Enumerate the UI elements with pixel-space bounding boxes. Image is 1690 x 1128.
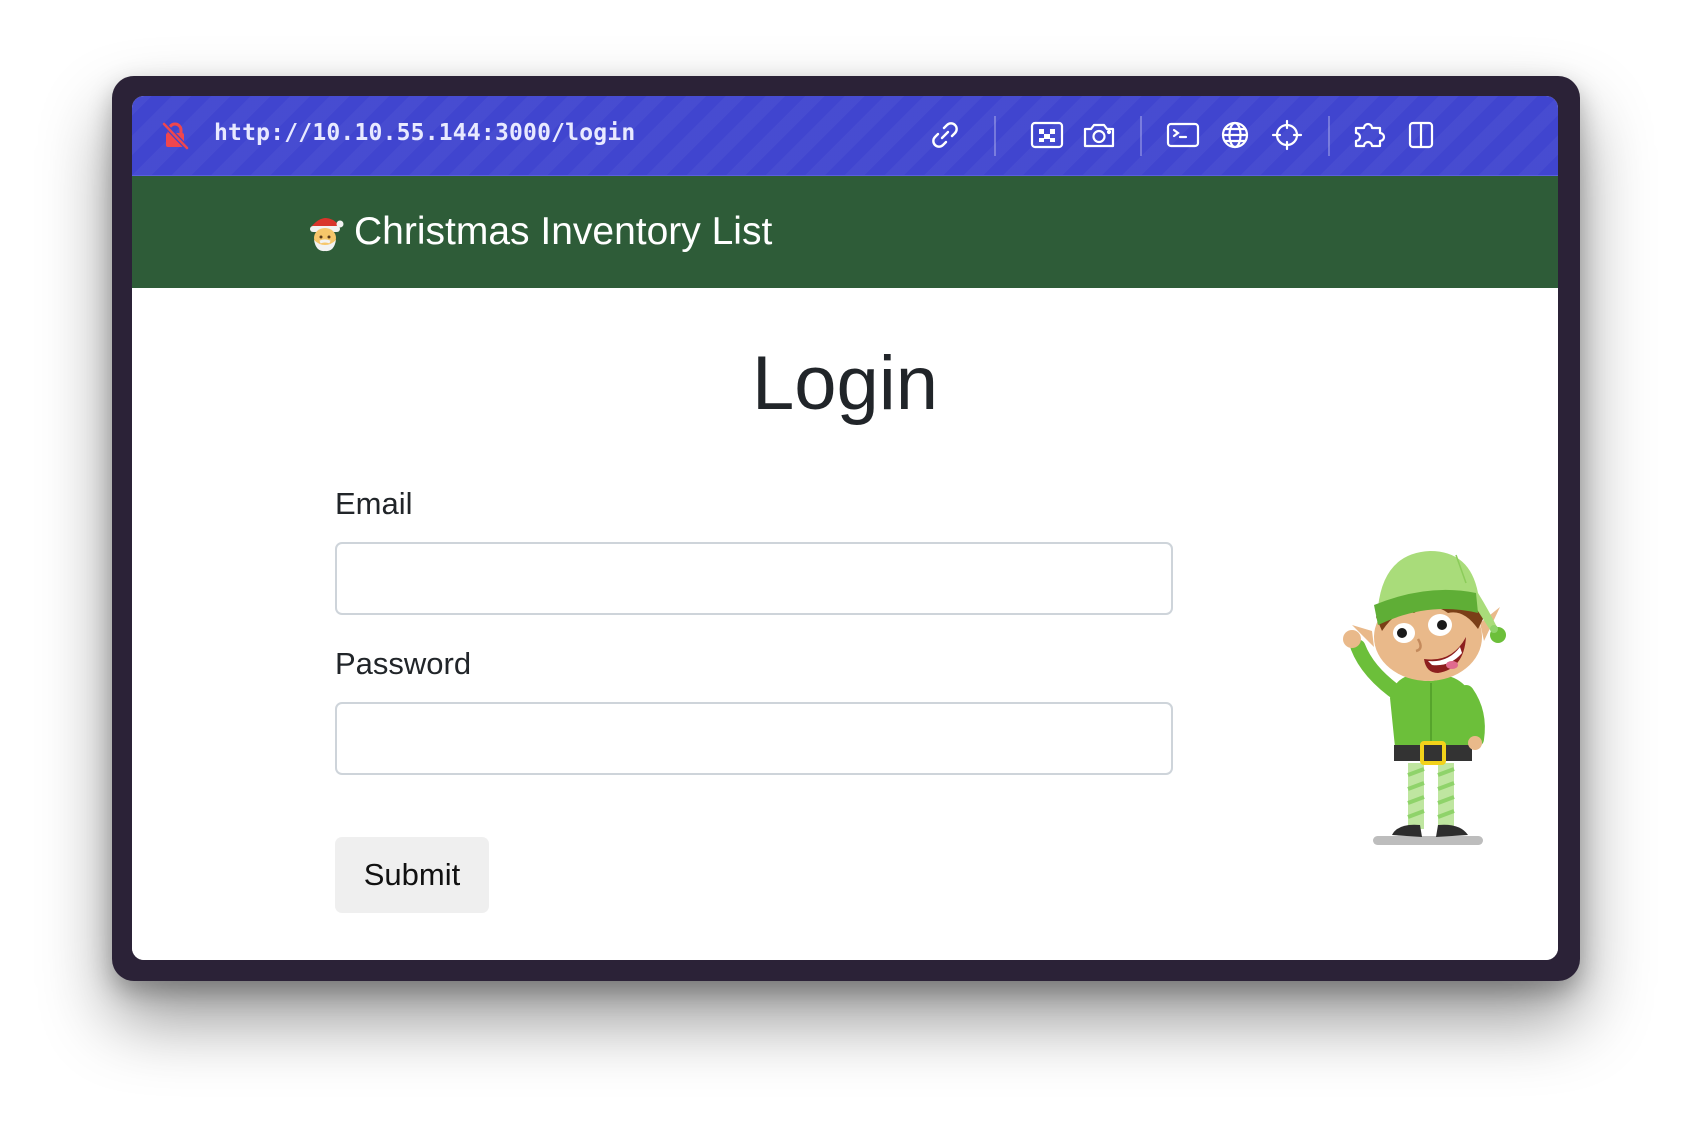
- brand-link[interactable]: Christmas Inventory List: [306, 210, 772, 254]
- submit-button[interactable]: Submit: [335, 837, 489, 913]
- screenshot-stage: http://10.10.55.144:3000/login Christmas…: [0, 0, 1690, 1128]
- email-label: Email: [335, 486, 413, 521]
- split-view-icon[interactable]: [1402, 116, 1440, 154]
- email-field[interactable]: [335, 542, 1173, 615]
- browser-toolbar: http://10.10.55.144:3000/login: [132, 96, 1558, 176]
- qr-icon[interactable]: [1028, 116, 1066, 154]
- toolbar-divider: [1328, 116, 1330, 156]
- url-bar[interactable]: http://10.10.55.144:3000/login: [214, 120, 635, 146]
- toolbar-divider: [994, 116, 996, 156]
- page-title: Login: [752, 341, 938, 426]
- insecure-lock-icon[interactable]: [160, 120, 190, 150]
- link-icon[interactable]: [926, 116, 964, 154]
- toolbar-divider: [1140, 116, 1142, 156]
- password-label: Password: [335, 646, 472, 681]
- password-field[interactable]: [335, 702, 1173, 775]
- santa-emoji-icon: [306, 212, 344, 252]
- camera-icon[interactable]: [1080, 116, 1118, 154]
- globe-icon[interactable]: [1216, 116, 1254, 154]
- device-frame: http://10.10.55.144:3000/login Christmas…: [112, 76, 1580, 981]
- site-navbar: Christmas Inventory List: [132, 176, 1558, 288]
- puzzle-icon[interactable]: [1350, 116, 1388, 154]
- elf-illustration: [1328, 513, 1508, 853]
- crosshair-icon[interactable]: [1268, 116, 1306, 154]
- brand-title: Christmas Inventory List: [354, 210, 773, 253]
- login-page: Login Email Password Submit: [132, 288, 1558, 960]
- browser-window: http://10.10.55.144:3000/login Christmas…: [132, 96, 1558, 960]
- terminal-icon[interactable]: [1164, 116, 1202, 154]
